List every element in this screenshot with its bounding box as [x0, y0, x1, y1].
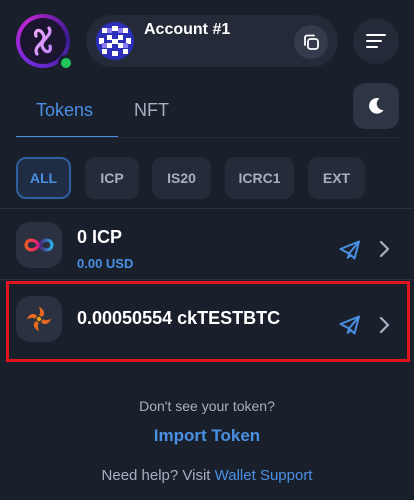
theme-toggle-button[interactable] [353, 83, 399, 129]
account-avatar [96, 22, 134, 60]
import-token-link[interactable]: Import Token [0, 426, 414, 446]
header: Account #1 [0, 0, 414, 80]
tab-bar: Tokens NFT [16, 96, 336, 140]
moon-icon [369, 98, 384, 114]
chevron-right-icon[interactable] [377, 315, 391, 335]
tab-tokens[interactable]: Tokens [36, 100, 93, 121]
menu-button[interactable] [353, 18, 399, 64]
icp-infinity-icon [16, 222, 62, 268]
filter-icrc1[interactable]: ICRC1 [225, 157, 294, 199]
send-icon[interactable] [338, 238, 362, 262]
token-amount: 0 ICP [77, 227, 123, 247]
tabs-divider [16, 137, 398, 138]
copy-button[interactable] [294, 25, 328, 59]
filter-icp[interactable]: ICP [85, 157, 139, 199]
cktestbtc-icon [16, 296, 62, 342]
help-line: Need help? Visit Wallet Support [0, 467, 414, 484]
help-prefix: Need help? Visit [101, 467, 211, 484]
token-row-cktestbtc[interactable]: 0.00050554 ckTESTBTC [0, 283, 414, 353]
token-usd-value: 0.00 USD [77, 256, 134, 271]
tab-nft[interactable]: NFT [134, 100, 169, 121]
wallet-support-link[interactable]: Wallet Support [215, 467, 313, 484]
copy-icon [304, 34, 319, 50]
account-selector[interactable]: Account #1 [86, 15, 338, 67]
menu-icon [366, 34, 386, 48]
filter-ext[interactable]: EXT [308, 157, 365, 199]
online-status-dot [58, 55, 74, 71]
token-row-icp[interactable]: 0 ICP 0.00 USD [0, 209, 414, 279]
row-divider [0, 279, 414, 280]
filter-is20[interactable]: IS20 [152, 157, 211, 199]
token-amount: 0.00050554 ckTESTBTC [77, 308, 281, 328]
account-name: Account #1 [144, 21, 231, 38]
chevron-right-icon[interactable] [377, 239, 391, 259]
send-icon[interactable] [338, 313, 362, 337]
token-filter-bar: ALL ICP IS20 ICRC1 EXT [16, 157, 406, 199]
missing-token-prompt: Don't see your token? [139, 398, 275, 414]
filter-all[interactable]: ALL [16, 157, 71, 199]
